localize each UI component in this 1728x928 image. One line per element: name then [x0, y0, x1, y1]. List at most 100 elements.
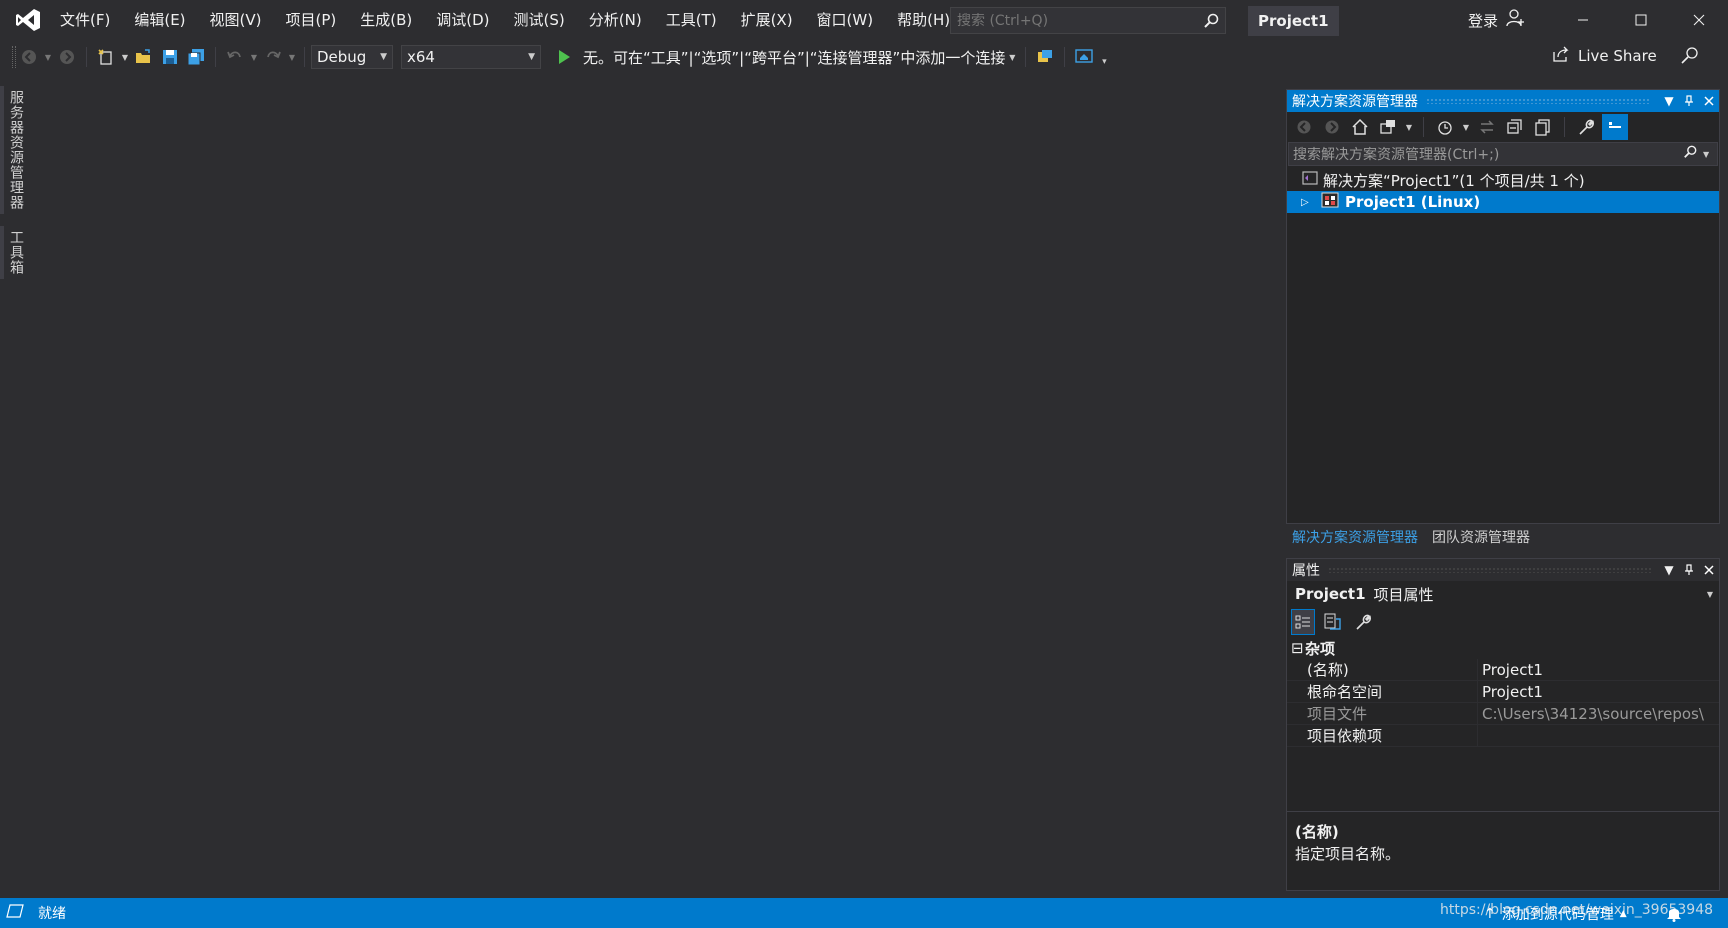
property-row[interactable]: 项目依赖项 — [1287, 725, 1719, 747]
back-icon[interactable] — [1292, 114, 1316, 140]
properties-wrench-icon[interactable] — [1574, 114, 1598, 140]
menu-debug[interactable]: 调试(D) — [424, 0, 501, 40]
search-icon[interactable] — [1197, 13, 1225, 29]
solution-configuration-select[interactable]: Debug ▼ — [311, 45, 393, 69]
add-to-source-control-button[interactable]: ↑ 添加到源代码管理 ▲ — [1484, 904, 1627, 924]
pin-icon[interactable] — [1679, 91, 1699, 111]
solution-node[interactable]: 解决方案“Project1”(1 个项目/共 1 个) — [1287, 169, 1719, 191]
project-node[interactable]: ▷ Project1 (Linux) — [1287, 191, 1719, 213]
chevron-down-icon[interactable]: ▼ — [1006, 44, 1018, 70]
description-divider[interactable] — [1287, 811, 1719, 812]
search-input[interactable] — [951, 12, 1197, 29]
save-all-icon[interactable] — [184, 44, 208, 70]
home-icon[interactable] — [1348, 114, 1372, 140]
minimize-button[interactable] — [1554, 0, 1612, 40]
login-button[interactable]: 登录 — [1468, 0, 1526, 40]
alphabetical-icon[interactable] — [1321, 609, 1345, 635]
solution-platform-select[interactable]: x64 ▼ — [401, 45, 541, 69]
chevron-down-icon[interactable]: ▼ — [1404, 114, 1414, 140]
toolbar-separator — [1423, 117, 1424, 137]
property-value[interactable]: C:\Users\34123\source\repos\ — [1477, 703, 1719, 724]
left-tool-window-tabs: 服务器资源管理器 工具箱 — [0, 86, 28, 291]
live-share-button[interactable]: Live Share — [1552, 46, 1657, 66]
toolbar-overflow-icon[interactable]: ▾ — [1098, 44, 1110, 70]
pending-changes-filter-icon[interactable] — [1433, 114, 1457, 140]
categorized-icon[interactable] — [1291, 609, 1315, 635]
property-value[interactable]: Project1 — [1477, 659, 1719, 680]
property-pages-wrench-icon[interactable] — [1351, 609, 1375, 635]
menu-analyze[interactable]: 分析(N) — [577, 0, 654, 40]
menu-project[interactable]: 项目(P) — [274, 0, 349, 40]
chevron-down-icon[interactable]: ▼ — [120, 44, 130, 70]
toolbox-tab[interactable]: 工具箱 — [0, 226, 28, 279]
add-user-icon — [1506, 9, 1526, 31]
save-icon[interactable] — [158, 44, 182, 70]
description-text: 指定项目名称。 — [1295, 845, 1401, 863]
window-position-dropdown-icon[interactable]: ▼ — [1659, 91, 1679, 111]
status-window-icon — [6, 904, 30, 922]
drag-handle[interactable] — [1328, 567, 1651, 573]
solution-explorer-search[interactable]: 搜索解决方案资源管理器(Ctrl+;) ▼ — [1288, 142, 1718, 166]
menu-window[interactable]: 窗口(W) — [805, 0, 886, 40]
menu-edit[interactable]: 编辑(E) — [122, 0, 197, 40]
chevron-down-icon[interactable]: ▼ — [287, 44, 297, 70]
live-share-label: Live Share — [1578, 47, 1657, 65]
collapse-icon[interactable]: ⊟ — [1287, 639, 1305, 657]
search-icon[interactable] — [1683, 145, 1703, 163]
close-icon[interactable] — [1699, 91, 1719, 111]
property-value[interactable]: Project1 — [1477, 681, 1719, 702]
menu-file[interactable]: 文件(F) — [48, 0, 122, 40]
panel-title: 解决方案资源管理器 — [1292, 94, 1418, 110]
properties-toolbar — [1287, 607, 1719, 637]
redo-icon[interactable] — [261, 44, 285, 70]
status-text: 就绪 — [38, 906, 66, 922]
property-name: (名称) — [1307, 661, 1349, 679]
maximize-button[interactable] — [1612, 0, 1670, 40]
forward-icon[interactable] — [1320, 114, 1344, 140]
open-folder-icon[interactable] — [132, 44, 156, 70]
menu-build[interactable]: 生成(B) — [348, 0, 424, 40]
category-row[interactable]: ⊟ 杂项 — [1287, 637, 1719, 659]
preview-selected-items-icon[interactable] — [1602, 114, 1628, 140]
server-explorer-tab[interactable]: 服务器资源管理器 — [0, 86, 28, 214]
notification-bell-icon[interactable] — [1666, 904, 1682, 926]
tab-team-explorer[interactable]: 团队资源管理器 — [1432, 527, 1530, 547]
chevron-down-icon[interactable]: ▼ — [1461, 114, 1471, 140]
chevron-down-icon[interactable]: ▼ — [43, 44, 53, 70]
properties-panel: 属性 ▼ Project1 项目属性 ▼ ⊟ 杂项 (名称) Project1 … — [1286, 558, 1720, 891]
show-all-files-icon[interactable] — [1531, 114, 1555, 140]
object-selector[interactable]: Project1 项目属性 ▼ — [1287, 581, 1719, 607]
close-window-button[interactable] — [1670, 0, 1728, 40]
property-row[interactable]: 项目文件 C:\Users\34123\source\repos\ — [1287, 703, 1719, 725]
menu-tools[interactable]: 工具(T) — [654, 0, 729, 40]
new-project-icon[interactable] — [94, 44, 118, 70]
drag-handle[interactable] — [1426, 98, 1651, 104]
remote-home-icon[interactable] — [1072, 44, 1096, 70]
navigate-forward-icon[interactable] — [55, 44, 79, 70]
menu-view[interactable]: 视图(V) — [198, 0, 274, 40]
property-value[interactable] — [1477, 725, 1719, 746]
tab-solution-explorer[interactable]: 解决方案资源管理器 — [1292, 527, 1418, 547]
menu-extensions[interactable]: 扩展(X) — [729, 0, 805, 40]
navigate-back-icon[interactable] — [17, 44, 41, 70]
menu-test[interactable]: 测试(S) — [502, 0, 577, 40]
feedback-icon[interactable] — [1680, 46, 1700, 70]
property-row[interactable]: 根命名空间 Project1 — [1287, 681, 1719, 703]
collapse-all-icon[interactable] — [1503, 114, 1527, 140]
quick-launch-search[interactable] — [950, 7, 1226, 34]
start-debugging-button[interactable] — [552, 44, 576, 70]
chevron-down-icon[interactable]: ▼ — [249, 44, 259, 70]
find-in-files-icon[interactable] — [1033, 44, 1057, 70]
undo-icon[interactable] — [223, 44, 247, 70]
toolbar-grip[interactable] — [12, 46, 16, 68]
chevron-down-icon[interactable]: ▼ — [1703, 150, 1717, 159]
switch-views-icon[interactable] — [1376, 114, 1400, 140]
property-row[interactable]: (名称) Project1 — [1287, 659, 1719, 681]
window-position-dropdown-icon[interactable]: ▼ — [1659, 560, 1679, 580]
visual-studio-logo-icon — [8, 0, 48, 40]
run-target-label[interactable]: 无。可在“工具”|“选项”|“跨平台”|“连接管理器”中添加一个连接 — [583, 47, 1005, 68]
pin-icon[interactable] — [1679, 560, 1699, 580]
expand-triangle-icon[interactable]: ▷ — [1301, 197, 1321, 208]
sync-with-document-icon[interactable] — [1475, 114, 1499, 140]
close-icon[interactable] — [1699, 560, 1719, 580]
